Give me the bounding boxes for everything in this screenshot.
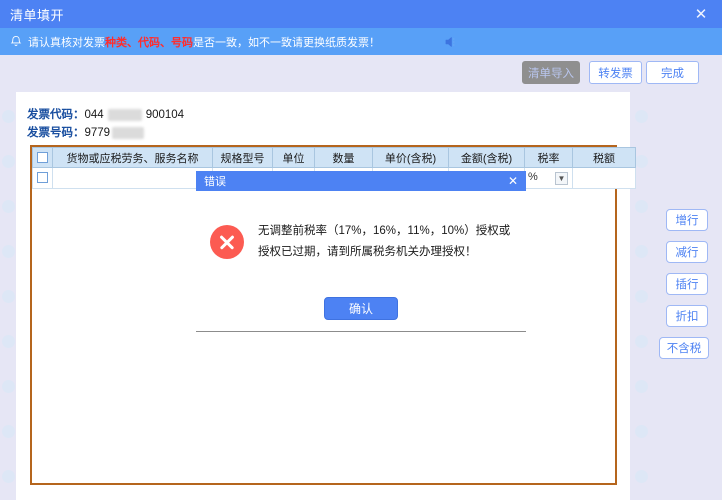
toolbar: 清单导入 转发票 完成 [0, 55, 722, 90]
decor-dot [635, 425, 648, 438]
decor-dot [2, 380, 15, 393]
chevron-down-icon[interactable]: ▼ [555, 172, 568, 185]
decor-dot [2, 200, 15, 213]
cell-tax[interactable] [572, 167, 636, 189]
confirm-button[interactable]: 确认 [324, 297, 398, 320]
decor-dot [635, 200, 648, 213]
invoice-code-suffix: 900104 [145, 109, 185, 121]
invoice-code-prefix: 044 [84, 109, 104, 121]
col-amount: 金额(含税) [448, 147, 525, 168]
col-price: 单价(含税) [372, 147, 449, 168]
decor-dot [2, 335, 15, 348]
speaker-icon[interactable] [444, 28, 460, 55]
window-title: 清单填开 [10, 7, 65, 23]
error-dialog-actions: 确认 [196, 297, 526, 320]
error-message: 无调整前税率（17%，16%，11%，10%）授权或授权已过期，请到所属税务机关… [258, 225, 511, 258]
finish-button[interactable]: 完成 [646, 61, 699, 84]
notice-prefix: 请认真核对发票 [28, 36, 105, 49]
error-dialog-body: 无调整前税率（17%，16%，11%，10%）授权或授权已过期，请到所属税务机关… [196, 191, 526, 263]
invoice-list-window: 清单填开 ✕ 请认真核对发票种类、代码、号码是否一致，如不一致请更换纸质发票！ … [0, 0, 722, 500]
convert-to-invoice-button[interactable]: 转发票 [589, 61, 642, 84]
decor-dot [635, 290, 648, 303]
invoice-number-prefix: 9779 [84, 127, 111, 139]
decor-dot [2, 155, 15, 168]
invoice-number-line: 发票号码：9779 [27, 124, 146, 140]
col-unit: 单位 [272, 147, 315, 168]
row-actions-sidebar: 增行减行插行折扣不含税 [652, 92, 722, 500]
notice-highlight: 种类、代码、号码 [105, 36, 193, 49]
invoice-code-label: 发票代码： [27, 109, 85, 121]
notice-bar: 请认真核对发票种类、代码、号码是否一致，如不一致请更换纸质发票！ [0, 28, 722, 55]
insert-row-button[interactable]: 插行 [666, 273, 708, 295]
col-rate: 税率 [524, 147, 573, 168]
select-all-header[interactable] [32, 147, 53, 168]
error-dialog-close-icon[interactable]: ✕ [508, 171, 518, 191]
decor-dot [635, 245, 648, 258]
discount-button[interactable]: 折扣 [666, 305, 708, 327]
select-all-checkbox[interactable] [37, 152, 48, 164]
decor-dot [2, 290, 15, 303]
col-tax: 税额 [572, 147, 636, 168]
row-checkbox[interactable] [37, 172, 48, 184]
error-circle-icon [210, 225, 244, 259]
window-titlebar: 清单填开 ✕ [0, 0, 722, 28]
exclude-tax-button[interactable]: 不含税 [659, 337, 709, 359]
invoice-code-redacted [107, 108, 142, 121]
error-dialog: 错误 ✕ 无调整前税率（17%，16%，11%，10%）授权或授权已过期，请到所… [196, 171, 526, 332]
dialog-bottom-rule [196, 331, 526, 332]
tax-rate-value: % [528, 171, 538, 183]
notice-suffix: 是否一致，如不一致请更换纸质发票！ [193, 36, 380, 49]
decor-dot [635, 335, 648, 348]
error-dialog-title: 错误 [204, 176, 226, 188]
decor-dot [2, 425, 15, 438]
left-decor-dots [0, 92, 16, 500]
notice-text: 请认真核对发票种类、代码、号码是否一致，如不一致请更换纸质发票！ [28, 34, 380, 50]
add-row-button[interactable]: 增行 [666, 209, 708, 231]
error-dialog-titlebar: 错误 ✕ [196, 171, 526, 191]
decor-dot [635, 155, 648, 168]
remove-row-button[interactable]: 减行 [666, 241, 708, 263]
close-icon[interactable]: ✕ [690, 0, 712, 28]
decor-dot [635, 380, 648, 393]
decor-dot [635, 470, 648, 483]
col-name: 货物或应税劳务、服务名称 [52, 147, 213, 168]
decor-dot [2, 245, 15, 258]
invoice-number-label: 发票号码： [27, 127, 85, 139]
decor-dot [2, 470, 15, 483]
invoice-number-redacted [112, 126, 145, 139]
invoice-code-line: 发票代码：044 900104 [27, 106, 184, 122]
row-select-cell[interactable] [32, 167, 53, 189]
cell-rate[interactable]: % ▼ [524, 167, 573, 189]
import-list-button[interactable]: 清单导入 [522, 61, 580, 84]
table-header-row: 货物或应税劳务、服务名称 规格型号 单位 数量 单价(含税) 金额(含税) 税率… [32, 147, 636, 168]
decor-dot [635, 110, 648, 123]
col-qty: 数量 [314, 147, 373, 168]
cell-name[interactable] [52, 167, 213, 189]
col-spec: 规格型号 [212, 147, 273, 168]
bell-icon [10, 35, 22, 48]
decor-dot [2, 110, 15, 123]
